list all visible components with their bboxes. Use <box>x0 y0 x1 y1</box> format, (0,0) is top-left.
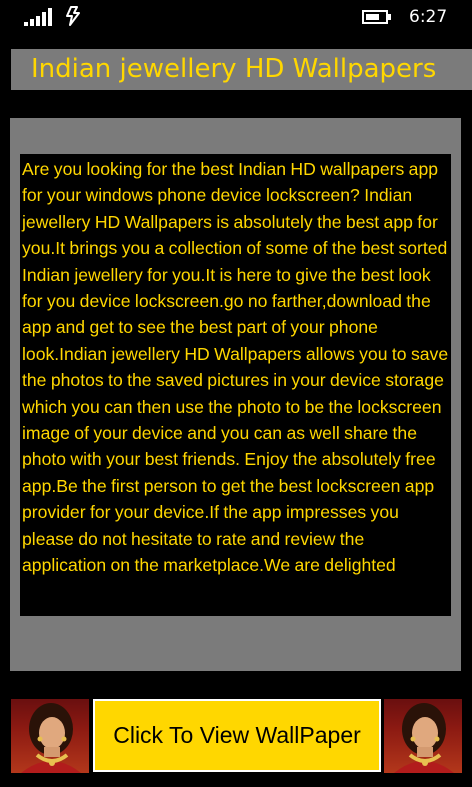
content-panel: Are you looking for the best Indian HD w… <box>10 118 461 671</box>
bottom-banner: Click To View WallPaper <box>11 699 472 773</box>
status-bar: 6:27 <box>0 0 472 34</box>
view-wallpaper-button[interactable]: Click To View WallPaper <box>93 699 381 772</box>
jewellery-model-thumbnail-right <box>384 699 462 773</box>
jewellery-model-thumbnail-left <box>11 699 89 773</box>
signal-strength-icon <box>24 8 52 26</box>
description-scroll-area[interactable]: Are you looking for the best Indian HD w… <box>20 154 451 616</box>
data-connection-icon <box>66 6 80 26</box>
status-time: 6:27 <box>409 7 448 27</box>
model-portrait-image <box>21 703 81 773</box>
app-title-bar: Indian jewellery HD Wallpapers <box>11 49 472 90</box>
description-text: Are you looking for the best Indian HD w… <box>22 159 449 576</box>
view-wallpaper-button-label: Click To View WallPaper <box>113 722 361 748</box>
battery-icon <box>362 10 391 24</box>
app-title: Indian jewellery HD Wallpapers <box>31 54 437 84</box>
model-portrait-image <box>394 703 454 773</box>
